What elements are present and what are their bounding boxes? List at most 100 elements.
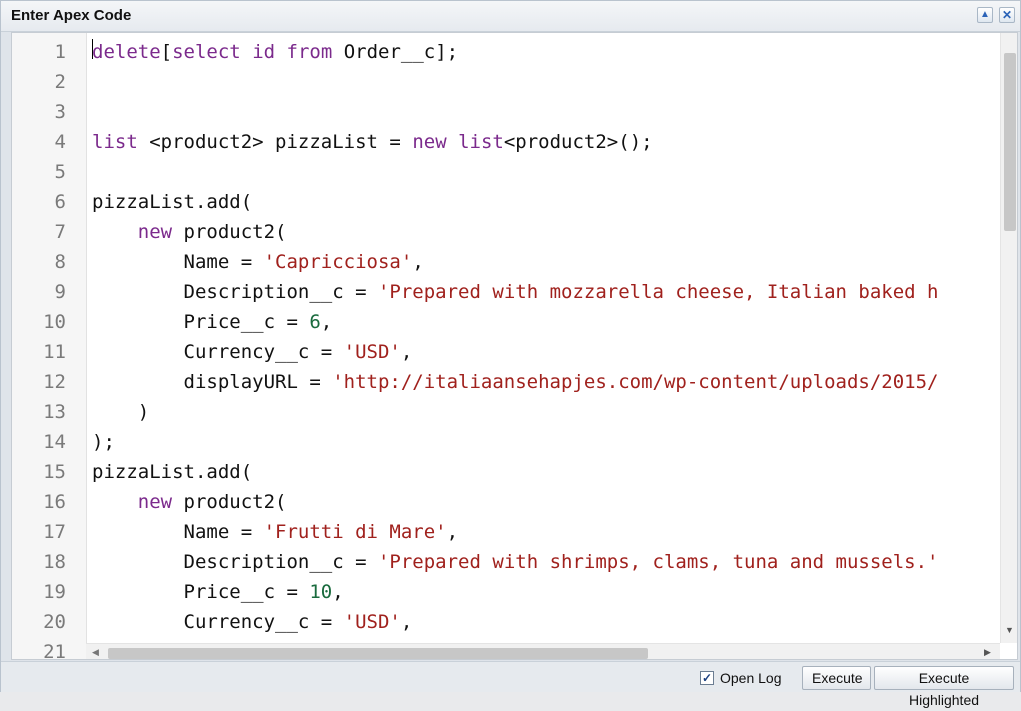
close-icon: ✕ bbox=[1001, 8, 1013, 22]
code-token: [ bbox=[160, 41, 173, 63]
horizontal-scrollbar[interactable]: ◀ ▶ bbox=[86, 643, 1000, 659]
line-number: 2 bbox=[54, 71, 66, 93]
code-token: <product2>(); bbox=[503, 131, 653, 153]
execute-button[interactable]: Execute bbox=[802, 666, 871, 690]
code-token: , bbox=[320, 311, 333, 333]
horizontal-scroll-thumb[interactable] bbox=[108, 648, 648, 659]
code-editor[interactable]: 1 2 3 4 5 6 7 8 9 10 11 12 13 14 15 16 17 18 19 20 21 delete… bbox=[11, 32, 1018, 660]
code-token: , bbox=[412, 251, 424, 273]
code-token: select bbox=[172, 41, 241, 63]
chevron-up-icon: ▲ bbox=[980, 9, 990, 20]
code-token: list bbox=[92, 131, 138, 153]
code-token: 'Frutti di Mare' bbox=[263, 521, 447, 543]
code-token: 10 bbox=[309, 581, 333, 603]
code-area[interactable]: delete[select id from Order__c];list <pr… bbox=[92, 33, 998, 643]
code-token: new bbox=[137, 221, 173, 243]
line-number: 14 bbox=[43, 431, 66, 453]
code-token: Name = bbox=[92, 521, 264, 543]
code-token: Description__c = bbox=[92, 281, 378, 303]
code-token: , bbox=[332, 581, 344, 603]
code-line: Name = 'Frutti di Mare', bbox=[92, 517, 459, 547]
code-token: list bbox=[458, 131, 504, 153]
code-token: , bbox=[400, 341, 413, 363]
line-number: 15 bbox=[43, 461, 66, 483]
line-number: 18 bbox=[43, 551, 66, 573]
code-line: Description__c = 'Prepared with shrimps,… bbox=[92, 547, 939, 577]
vertical-scrollbar[interactable]: ▼ bbox=[1000, 33, 1017, 643]
code-token: ); bbox=[92, 431, 115, 453]
code-token: 6 bbox=[309, 311, 321, 333]
scroll-right-arrow-icon[interactable]: ▶ bbox=[984, 647, 991, 658]
code-token: from bbox=[286, 41, 333, 63]
open-log-toggle[interactable]: ✓ Open Log bbox=[700, 670, 782, 686]
line-number: 19 bbox=[43, 581, 66, 603]
code-token: Price__c = bbox=[92, 581, 310, 603]
collapse-button[interactable]: ▲ bbox=[977, 7, 993, 23]
code-line: new product2( bbox=[92, 487, 287, 517]
code-token: pizzaList.add( bbox=[92, 461, 253, 483]
line-number: 17 bbox=[43, 521, 66, 543]
window-title: Enter Apex Code bbox=[11, 7, 132, 24]
code-token: new bbox=[137, 491, 173, 513]
code-token: , bbox=[400, 611, 413, 633]
code-token: displayURL = bbox=[92, 371, 333, 393]
line-number: 13 bbox=[43, 401, 66, 423]
execute-highlighted-button[interactable]: Execute Highlighted bbox=[874, 666, 1014, 708]
code-line: pizzaList.add( bbox=[92, 187, 252, 217]
code-line: ) bbox=[92, 397, 149, 427]
code-line: delete[select id from Order__c]; bbox=[92, 37, 458, 67]
apex-code-window: Enter Apex Code ▲ ✕ 1 2 3 4 5 6 7 8 9 10 11 12 13 14 1… bbox=[0, 0, 1021, 708]
line-number: 16 bbox=[43, 491, 66, 513]
code-token: Description__c = bbox=[92, 551, 378, 573]
code-token: 'http://italiaansehapjes.com/wp-content/… bbox=[332, 371, 939, 393]
code-token: 'Prepared with mozzarella cheese, Italia… bbox=[377, 281, 939, 303]
open-log-checkbox[interactable]: ✓ bbox=[700, 671, 714, 685]
code-token: 'Prepared with shrimps, clams, tuna and … bbox=[377, 551, 939, 573]
code-token: Order__c]; bbox=[332, 41, 459, 63]
code-token: pizzaList.add( bbox=[92, 191, 253, 213]
line-number: 7 bbox=[54, 221, 66, 243]
code-token: <product2> pizzaList = bbox=[137, 131, 413, 153]
vertical-scroll-thumb[interactable] bbox=[1004, 53, 1016, 231]
code-token: 'USD' bbox=[343, 611, 401, 633]
code-line: list <product2> pizzaList = new list<pro… bbox=[92, 127, 653, 157]
code-token: ) bbox=[92, 401, 150, 423]
code-token: Price__c = bbox=[92, 311, 310, 333]
line-number: 8 bbox=[54, 251, 66, 273]
code-token: id bbox=[252, 41, 276, 63]
code-token: new bbox=[412, 131, 447, 153]
line-number: 5 bbox=[54, 161, 66, 183]
code-line: Name = 'Capricciosa', bbox=[92, 247, 424, 277]
code-token: Name = bbox=[92, 251, 264, 273]
code-line: ); bbox=[92, 427, 115, 457]
line-number: 9 bbox=[54, 281, 66, 303]
line-number: 11 bbox=[43, 341, 66, 363]
code-line: Price__c = 10, bbox=[92, 577, 344, 607]
code-line: Currency__c = 'USD', bbox=[92, 337, 413, 367]
code-line: Description__c = 'Prepared with mozzarel… bbox=[92, 277, 939, 307]
title-bar: Enter Apex Code ▲ ✕ bbox=[1, 1, 1020, 32]
code-line: displayURL = 'http://italiaansehapjes.co… bbox=[92, 367, 939, 397]
line-number: 12 bbox=[43, 371, 66, 393]
open-log-label: Open Log bbox=[720, 670, 782, 686]
scroll-down-arrow-icon[interactable]: ▼ bbox=[1005, 625, 1014, 635]
line-number: 1 bbox=[54, 41, 66, 63]
line-number: 20 bbox=[43, 611, 66, 633]
code-token: product2( bbox=[172, 221, 287, 243]
scroll-left-arrow-icon[interactable]: ◀ bbox=[92, 647, 99, 658]
line-number: 4 bbox=[54, 131, 66, 153]
code-token: 'Capricciosa' bbox=[263, 251, 413, 273]
footer-toolbar: ✓ Open Log Execute Execute Highlighted bbox=[1, 661, 1020, 708]
code-line: Price__c = 6, bbox=[92, 307, 333, 337]
line-number: 6 bbox=[54, 191, 66, 213]
line-number: 10 bbox=[43, 311, 66, 333]
line-number: 21 bbox=[43, 641, 66, 660]
code-line: pizzaList.add( bbox=[92, 457, 252, 487]
close-button[interactable]: ✕ bbox=[999, 7, 1015, 23]
code-token: product2( bbox=[172, 491, 287, 513]
line-number: 3 bbox=[54, 101, 66, 123]
